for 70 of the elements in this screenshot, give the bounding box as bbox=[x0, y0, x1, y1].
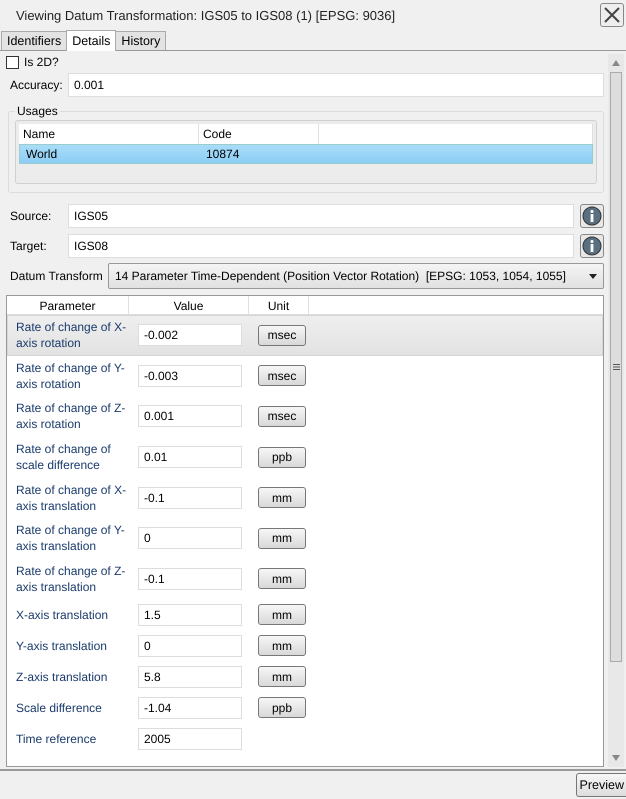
unit-button[interactable]: ppb bbox=[258, 697, 306, 718]
field-label: Accuracy: bbox=[9, 78, 62, 92]
unit-button[interactable]: ppb bbox=[258, 446, 306, 468]
parameter-name: Y-axis translation bbox=[16, 638, 108, 654]
datum-transform-dropdown[interactable]: 14 Parameter Time-Dependent (Position Vector Rotation) [EPSG: 1053, 1054, 1055] bbox=[108, 263, 604, 289]
parameter-name: Rate of change of scale difference bbox=[16, 441, 112, 474]
value-field[interactable]: 0 bbox=[138, 634, 242, 657]
scroll-up-icon bbox=[612, 60, 620, 66]
close-button[interactable] bbox=[600, 3, 624, 27]
table-cell-text: World bbox=[25, 147, 58, 161]
unit-button[interactable]: mm bbox=[258, 635, 306, 656]
unit-button[interactable]: mm bbox=[258, 487, 306, 508]
parameter-row[interactable]: Rate of change of X-axis rotation -0.002 msec bbox=[7, 315, 603, 356]
tab[interactable]: Identifiers bbox=[1, 31, 68, 50]
unit-button[interactable]: msec bbox=[258, 406, 306, 427]
close-icon bbox=[603, 6, 621, 24]
scroll-thumb[interactable] bbox=[610, 72, 622, 662]
column-header[interactable]: Value bbox=[129, 296, 249, 314]
checkbox[interactable] bbox=[6, 56, 19, 68]
tab[interactable]: History bbox=[115, 31, 166, 50]
list-row[interactable]: World 10874 bbox=[19, 144, 593, 164]
unit-button[interactable]: msec bbox=[258, 324, 306, 346]
info-icon bbox=[582, 206, 602, 226]
field-label: Target: bbox=[9, 239, 48, 253]
value-field[interactable]: -0.1 bbox=[138, 568, 242, 590]
column-header[interactable]: Parameter bbox=[7, 296, 129, 314]
value-field[interactable]: 0.001 bbox=[138, 405, 242, 428]
parameter-name: Scale difference bbox=[16, 700, 103, 716]
value-field[interactable]: 1.5 bbox=[138, 604, 242, 626]
parameter-name: Rate of change of Z-axis translation bbox=[16, 562, 126, 595]
value-field[interactable]: -0.1 bbox=[138, 486, 242, 509]
group-title: Usages bbox=[16, 104, 59, 118]
scroll-down-icon bbox=[612, 755, 620, 761]
info-icon bbox=[582, 236, 602, 256]
preview-button[interactable]: Preview bbox=[576, 773, 626, 797]
value-field[interactable]: 5.8 bbox=[138, 666, 242, 688]
value-field[interactable]: -0.003 bbox=[138, 364, 242, 387]
field-label: Datum Transform bbox=[9, 269, 102, 283]
unit-button[interactable]: mm bbox=[258, 666, 306, 688]
info-button[interactable] bbox=[580, 204, 604, 228]
grip-icon bbox=[612, 364, 620, 370]
parameter-name: Rate of change of X-axis rotation bbox=[16, 319, 128, 352]
source-field[interactable]: IGS05 bbox=[68, 204, 574, 228]
table-cell-text: 10874 bbox=[205, 147, 240, 161]
window-title: Viewing Datum Transformation: IGS05 to IGS08 (1) [EPSG: 9036] bbox=[16, 8, 396, 22]
unit-button[interactable]: mm bbox=[258, 528, 306, 549]
parameter-name: Rate of change of X-axis translation bbox=[16, 482, 128, 514]
checkbox-label: Is 2D? bbox=[24, 55, 59, 69]
unit-button[interactable]: mm bbox=[258, 568, 306, 590]
parameter-name: Rate of change of Y-axis rotation bbox=[16, 360, 126, 392]
field-label: Source: bbox=[9, 209, 52, 223]
value-field[interactable]: 0.01 bbox=[138, 446, 242, 468]
tab[interactable]: Details bbox=[66, 30, 116, 51]
accuracy-field[interactable]: 0.001 bbox=[68, 73, 604, 97]
parameter-name: Rate of change of Y-axis translation bbox=[16, 522, 126, 554]
value-field[interactable]: -1.04 bbox=[138, 696, 242, 719]
column-header[interactable]: Unit bbox=[249, 296, 309, 314]
scrollbar[interactable] bbox=[608, 54, 624, 767]
target-field[interactable]: IGS08 bbox=[68, 234, 574, 258]
unit-button[interactable]: mm bbox=[258, 604, 306, 626]
unit-button[interactable]: msec bbox=[258, 365, 306, 386]
value-field[interactable]: 2005 bbox=[138, 728, 242, 750]
info-button[interactable] bbox=[580, 234, 604, 258]
caret-icon bbox=[589, 274, 597, 278]
parameter-name: Time reference bbox=[16, 730, 98, 747]
parameter-name: Z-axis translation bbox=[16, 668, 108, 685]
value-field[interactable]: 0 bbox=[138, 527, 242, 550]
parameter-name: Rate of change of Z-axis rotation bbox=[16, 400, 126, 432]
parameter-name: X-axis translation bbox=[16, 606, 110, 623]
value-field[interactable]: -0.002 bbox=[138, 324, 242, 346]
